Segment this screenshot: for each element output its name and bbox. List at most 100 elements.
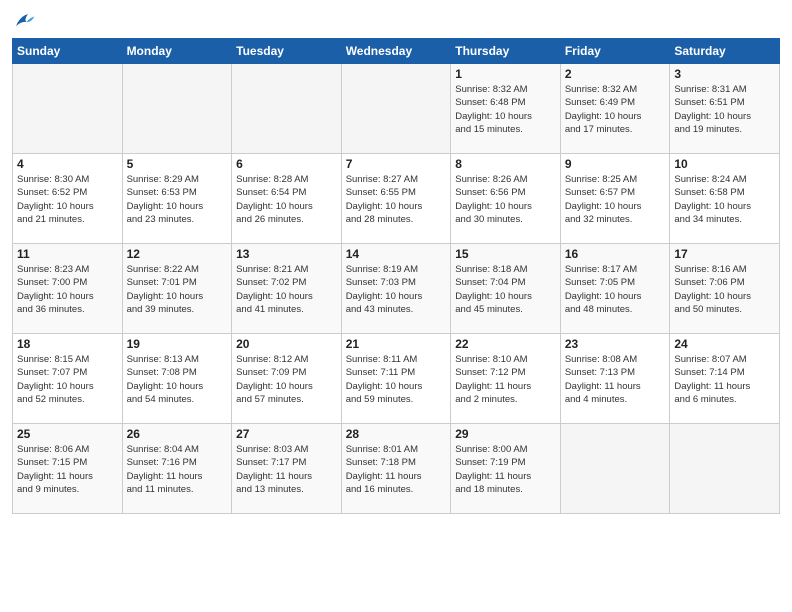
calendar-cell: 26 Sunrise: 8:04 AM Sunset: 7:16 PM Dayli… bbox=[122, 424, 232, 514]
day-number: 21 bbox=[346, 337, 447, 351]
col-header-monday: Monday bbox=[122, 39, 232, 64]
day-number: 25 bbox=[17, 427, 118, 441]
day-number: 19 bbox=[127, 337, 228, 351]
calendar-cell: 2 Sunrise: 8:32 AM Sunset: 6:49 PM Daylig… bbox=[560, 64, 670, 154]
day-info: Sunrise: 8:12 AM Sunset: 7:09 PM Dayligh… bbox=[236, 353, 337, 406]
col-header-friday: Friday bbox=[560, 39, 670, 64]
calendar-cell: 17 Sunrise: 8:16 AM Sunset: 7:06 PM Dayli… bbox=[670, 244, 780, 334]
page: SundayMondayTuesdayWednesdayThursdayFrid… bbox=[0, 0, 792, 612]
day-info: Sunrise: 8:11 AM Sunset: 7:11 PM Dayligh… bbox=[346, 353, 447, 406]
day-number: 4 bbox=[17, 157, 118, 171]
calendar-cell: 25 Sunrise: 8:06 AM Sunset: 7:15 PM Dayli… bbox=[13, 424, 123, 514]
day-number: 22 bbox=[455, 337, 556, 351]
day-number: 14 bbox=[346, 247, 447, 261]
col-header-thursday: Thursday bbox=[451, 39, 561, 64]
day-number: 29 bbox=[455, 427, 556, 441]
day-info: Sunrise: 8:10 AM Sunset: 7:12 PM Dayligh… bbox=[455, 353, 556, 406]
calendar-cell: 22 Sunrise: 8:10 AM Sunset: 7:12 PM Dayli… bbox=[451, 334, 561, 424]
calendar-cell: 12 Sunrise: 8:22 AM Sunset: 7:01 PM Dayli… bbox=[122, 244, 232, 334]
day-number: 13 bbox=[236, 247, 337, 261]
day-number: 6 bbox=[236, 157, 337, 171]
day-number: 18 bbox=[17, 337, 118, 351]
calendar-cell: 15 Sunrise: 8:18 AM Sunset: 7:04 PM Dayli… bbox=[451, 244, 561, 334]
day-info: Sunrise: 8:18 AM Sunset: 7:04 PM Dayligh… bbox=[455, 263, 556, 316]
calendar-cell: 9 Sunrise: 8:25 AM Sunset: 6:57 PM Daylig… bbox=[560, 154, 670, 244]
logo-bird-icon bbox=[12, 10, 36, 30]
calendar-cell bbox=[560, 424, 670, 514]
calendar-cell: 14 Sunrise: 8:19 AM Sunset: 7:03 PM Dayli… bbox=[341, 244, 451, 334]
day-number: 17 bbox=[674, 247, 775, 261]
calendar-cell: 27Sunrise: 8:03 AM Sunset: 7:17 PM Dayli… bbox=[232, 424, 342, 514]
day-info: Sunrise: 8:13 AM Sunset: 7:08 PM Dayligh… bbox=[127, 353, 228, 406]
calendar-cell: 21 Sunrise: 8:11 AM Sunset: 7:11 PM Dayli… bbox=[341, 334, 451, 424]
calendar-cell: 19 Sunrise: 8:13 AM Sunset: 7:08 PM Dayli… bbox=[122, 334, 232, 424]
day-info: Sunrise: 8:24 AM Sunset: 6:58 PM Dayligh… bbox=[674, 173, 775, 226]
logo bbox=[12, 10, 36, 30]
calendar-cell: 20 Sunrise: 8:12 AM Sunset: 7:09 PM Dayli… bbox=[232, 334, 342, 424]
day-number: 16 bbox=[565, 247, 666, 261]
day-number: 8 bbox=[455, 157, 556, 171]
calendar-cell: 3 Sunrise: 8:31 AM Sunset: 6:51 PM Daylig… bbox=[670, 64, 780, 154]
calendar-cell: 7Sunrise: 8:27 AM Sunset: 6:55 PM Daylig… bbox=[341, 154, 451, 244]
day-number: 24 bbox=[674, 337, 775, 351]
day-number: 2 bbox=[565, 67, 666, 81]
calendar-cell: 10 Sunrise: 8:24 AM Sunset: 6:58 PM Dayli… bbox=[670, 154, 780, 244]
calendar-week-1: 1 Sunrise: 8:32 AM Sunset: 6:48 PM Daylig… bbox=[13, 64, 780, 154]
calendar-body: 1 Sunrise: 8:32 AM Sunset: 6:48 PM Daylig… bbox=[13, 64, 780, 514]
day-number: 3 bbox=[674, 67, 775, 81]
day-number: 12 bbox=[127, 247, 228, 261]
calendar-cell bbox=[341, 64, 451, 154]
calendar-cell: 18 Sunrise: 8:15 AM Sunset: 7:07 PM Dayli… bbox=[13, 334, 123, 424]
day-number: 9 bbox=[565, 157, 666, 171]
day-info: Sunrise: 8:32 AM Sunset: 6:48 PM Dayligh… bbox=[455, 83, 556, 136]
day-info: Sunrise: 8:25 AM Sunset: 6:57 PM Dayligh… bbox=[565, 173, 666, 226]
calendar-cell: 1 Sunrise: 8:32 AM Sunset: 6:48 PM Daylig… bbox=[451, 64, 561, 154]
calendar-cell: 16 Sunrise: 8:17 AM Sunset: 7:05 PM Dayli… bbox=[560, 244, 670, 334]
day-info: Sunrise: 8:17 AM Sunset: 7:05 PM Dayligh… bbox=[565, 263, 666, 316]
day-number: 27 bbox=[236, 427, 337, 441]
calendar-cell bbox=[670, 424, 780, 514]
calendar-cell bbox=[122, 64, 232, 154]
day-info: Sunrise: 8:27 AM Sunset: 6:55 PM Dayligh… bbox=[346, 173, 447, 226]
calendar-week-3: 11Sunrise: 8:23 AM Sunset: 7:00 PM Dayli… bbox=[13, 244, 780, 334]
day-number: 10 bbox=[674, 157, 775, 171]
day-number: 5 bbox=[127, 157, 228, 171]
day-info: Sunrise: 8:08 AM Sunset: 7:13 PM Dayligh… bbox=[565, 353, 666, 406]
day-number: 26 bbox=[127, 427, 228, 441]
calendar-cell bbox=[232, 64, 342, 154]
col-header-tuesday: Tuesday bbox=[232, 39, 342, 64]
day-info: Sunrise: 8:16 AM Sunset: 7:06 PM Dayligh… bbox=[674, 263, 775, 316]
calendar-week-2: 4 Sunrise: 8:30 AM Sunset: 6:52 PM Daylig… bbox=[13, 154, 780, 244]
day-info: Sunrise: 8:23 AM Sunset: 7:00 PM Dayligh… bbox=[17, 263, 118, 316]
day-info: Sunrise: 8:07 AM Sunset: 7:14 PM Dayligh… bbox=[674, 353, 775, 406]
day-info: Sunrise: 8:19 AM Sunset: 7:03 PM Dayligh… bbox=[346, 263, 447, 316]
calendar-cell: 29Sunrise: 8:00 AM Sunset: 7:19 PM Dayli… bbox=[451, 424, 561, 514]
day-number: 1 bbox=[455, 67, 556, 81]
day-info: Sunrise: 8:01 AM Sunset: 7:18 PM Dayligh… bbox=[346, 443, 447, 496]
day-info: Sunrise: 8:29 AM Sunset: 6:53 PM Dayligh… bbox=[127, 173, 228, 226]
calendar-week-5: 25 Sunrise: 8:06 AM Sunset: 7:15 PM Dayli… bbox=[13, 424, 780, 514]
day-info: Sunrise: 8:22 AM Sunset: 7:01 PM Dayligh… bbox=[127, 263, 228, 316]
calendar-cell: 24 Sunrise: 8:07 AM Sunset: 7:14 PM Dayli… bbox=[670, 334, 780, 424]
calendar-cell: 11Sunrise: 8:23 AM Sunset: 7:00 PM Dayli… bbox=[13, 244, 123, 334]
day-number: 20 bbox=[236, 337, 337, 351]
day-info: Sunrise: 8:04 AM Sunset: 7:16 PM Dayligh… bbox=[127, 443, 228, 496]
day-info: Sunrise: 8:30 AM Sunset: 6:52 PM Dayligh… bbox=[17, 173, 118, 226]
calendar-cell: 13Sunrise: 8:21 AM Sunset: 7:02 PM Dayli… bbox=[232, 244, 342, 334]
day-info: Sunrise: 8:15 AM Sunset: 7:07 PM Dayligh… bbox=[17, 353, 118, 406]
calendar-cell: 28Sunrise: 8:01 AM Sunset: 7:18 PM Dayli… bbox=[341, 424, 451, 514]
calendar-cell: 4 Sunrise: 8:30 AM Sunset: 6:52 PM Daylig… bbox=[13, 154, 123, 244]
calendar-header-row: SundayMondayTuesdayWednesdayThursdayFrid… bbox=[13, 39, 780, 64]
col-header-saturday: Saturday bbox=[670, 39, 780, 64]
day-number: 15 bbox=[455, 247, 556, 261]
day-info: Sunrise: 8:06 AM Sunset: 7:15 PM Dayligh… bbox=[17, 443, 118, 496]
calendar-week-4: 18 Sunrise: 8:15 AM Sunset: 7:07 PM Dayli… bbox=[13, 334, 780, 424]
day-info: Sunrise: 8:26 AM Sunset: 6:56 PM Dayligh… bbox=[455, 173, 556, 226]
day-info: Sunrise: 8:32 AM Sunset: 6:49 PM Dayligh… bbox=[565, 83, 666, 136]
calendar-cell: 23Sunrise: 8:08 AM Sunset: 7:13 PM Dayli… bbox=[560, 334, 670, 424]
day-info: Sunrise: 8:28 AM Sunset: 6:54 PM Dayligh… bbox=[236, 173, 337, 226]
calendar-cell bbox=[13, 64, 123, 154]
day-info: Sunrise: 8:31 AM Sunset: 6:51 PM Dayligh… bbox=[674, 83, 775, 136]
calendar-cell: 8 Sunrise: 8:26 AM Sunset: 6:56 PM Daylig… bbox=[451, 154, 561, 244]
header bbox=[12, 10, 780, 30]
